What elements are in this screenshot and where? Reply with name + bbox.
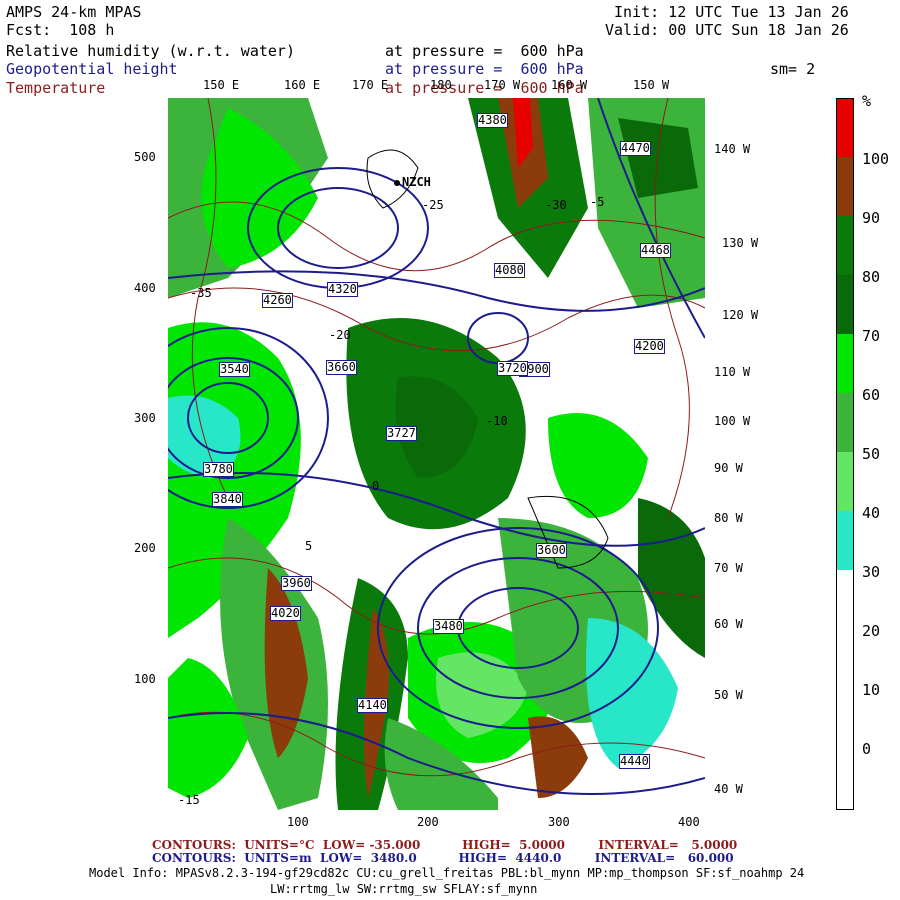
forecast-hour: Fcst: 108 h (6, 21, 115, 39)
lon-label-right: 80 W (714, 511, 743, 525)
lon-label-right: 60 W (714, 617, 743, 631)
height-label: 4470 (620, 141, 651, 156)
colorbar-label: 10 (862, 681, 881, 699)
station-label: NZCH (402, 175, 431, 189)
field-height-level: at pressure = 600 hPa (385, 60, 584, 78)
temp-label: -15 (178, 793, 200, 807)
height-label: 4200 (634, 339, 665, 354)
colorbar-label: 30 (862, 563, 881, 581)
lon-label-right: 110 W (714, 365, 751, 379)
lon-label-right: 50 W (714, 688, 743, 702)
y-tick-label: 200 (134, 541, 156, 555)
lon-label-top: 150 E (203, 78, 240, 92)
lon-label-top: 170 E (352, 78, 389, 92)
height-label: 4080 (494, 263, 525, 278)
temp-contour-info: CONTOURS: UNITS=°C LOW= -35.000 HIGH= 5.… (152, 838, 738, 852)
valid-time: Valid: 00 UTC Sun 18 Jan 26 (605, 21, 849, 39)
field-height-name: Geopotential height (6, 60, 178, 78)
height-label: 4468 (640, 243, 671, 258)
temp-label: -25 (422, 198, 444, 212)
init-time: Init: 12 UTC Tue 13 Jan 26 (614, 3, 849, 21)
lon-label-right: 70 W (714, 561, 743, 575)
colorbar-label: 100 (862, 150, 890, 168)
height-label: 4380 (477, 113, 508, 128)
height-label: 3660 (326, 360, 357, 375)
colorbar-label: 40 (862, 504, 881, 522)
height-label: 4320 (327, 282, 358, 297)
lon-label-top: 180 (430, 78, 452, 92)
temp-label: 0 (372, 479, 380, 493)
height-label: 4140 (357, 698, 388, 713)
temp-label: -20 (329, 328, 351, 342)
colorbar-segment-low (837, 570, 853, 809)
y-tick-label: 400 (134, 281, 156, 295)
colorbar-segment-80 (837, 216, 853, 275)
x-tick-label: 300 (548, 815, 570, 829)
smoothing-label: sm= 2 (770, 60, 816, 78)
model-info: Model Info: MPASv8.2.3-194-gf29cd82c CU:… (89, 866, 805, 880)
height-label: 3600 (536, 543, 567, 558)
y-tick-label: 300 (134, 411, 156, 425)
colorbar-unit: % (862, 92, 872, 110)
colorbar-label: 50 (862, 445, 881, 463)
colorbar-label: 70 (862, 327, 881, 345)
field-rh-level: at pressure = 600 hPa (385, 42, 584, 60)
height-label: 3720 (497, 361, 528, 376)
colorbar-label: 0 (862, 740, 872, 758)
temp-label: -30 (545, 198, 567, 212)
colorbar-segment-60 (837, 334, 853, 393)
model-name: AMPS 24-km MPAS (6, 3, 142, 21)
lon-label-right: 120 W (722, 308, 759, 322)
lon-label-top: 160 W (551, 78, 588, 92)
temp-label: -5 (590, 195, 605, 209)
x-tick-label: 400 (678, 815, 700, 829)
height-label: 4260 (262, 293, 293, 308)
height-label: 4440 (619, 754, 650, 769)
height-contour-info: CONTOURS: UNITS=m LOW= 3480.0 HIGH= 4440… (152, 851, 734, 865)
y-tick-label: 500 (134, 150, 156, 164)
height-label: 3540 (219, 362, 250, 377)
colorbar-label: 80 (862, 268, 881, 286)
y-tick-label: 100 (134, 672, 156, 686)
height-label: 3960 (281, 576, 312, 591)
colorbar-label: 60 (862, 386, 881, 404)
field-temp-name: Temperature (6, 79, 106, 97)
station-marker (394, 180, 400, 186)
colorbar-segment-40 (837, 452, 853, 511)
lon-label-top: 170 W (484, 78, 521, 92)
colorbar-segment-30 (837, 511, 853, 570)
colorbar-segment-90 (837, 157, 853, 216)
colorbar-segment-50 (837, 393, 853, 452)
height-label: 3480 (433, 619, 464, 634)
x-tick-label: 200 (417, 815, 439, 829)
lon-label-right: 90 W (714, 461, 743, 475)
model-info-line2: LW:rrtmg_lw SW:rrtmg_sw SFLAY:sf_mynn (270, 882, 538, 896)
field-rh-name: Relative humidity (w.r.t. water) (6, 42, 295, 60)
height-label: 3727 (386, 426, 417, 441)
height-label: 4020 (270, 606, 301, 621)
temp-label: 5 (305, 539, 313, 553)
x-tick-label: 100 (287, 815, 309, 829)
lon-label-top: 160 E (284, 78, 321, 92)
colorbar-label: 90 (862, 209, 881, 227)
colorbar-label: 20 (862, 622, 881, 640)
lon-label-right: 130 W (722, 236, 759, 250)
lon-label-right: 140 W (714, 142, 751, 156)
lon-label-right: 100 W (714, 414, 751, 428)
colorbar-segment-70 (837, 275, 853, 334)
lon-label-top: 150 W (633, 78, 670, 92)
humidity-colorbar (836, 98, 854, 810)
temp-label: -35 (190, 286, 212, 300)
height-label: 3780 (203, 462, 234, 477)
temp-label: -10 (486, 414, 508, 428)
colorbar-segment-100 (837, 99, 853, 157)
height-label: 3840 (212, 492, 243, 507)
lon-label-right: 40 W (714, 782, 743, 796)
